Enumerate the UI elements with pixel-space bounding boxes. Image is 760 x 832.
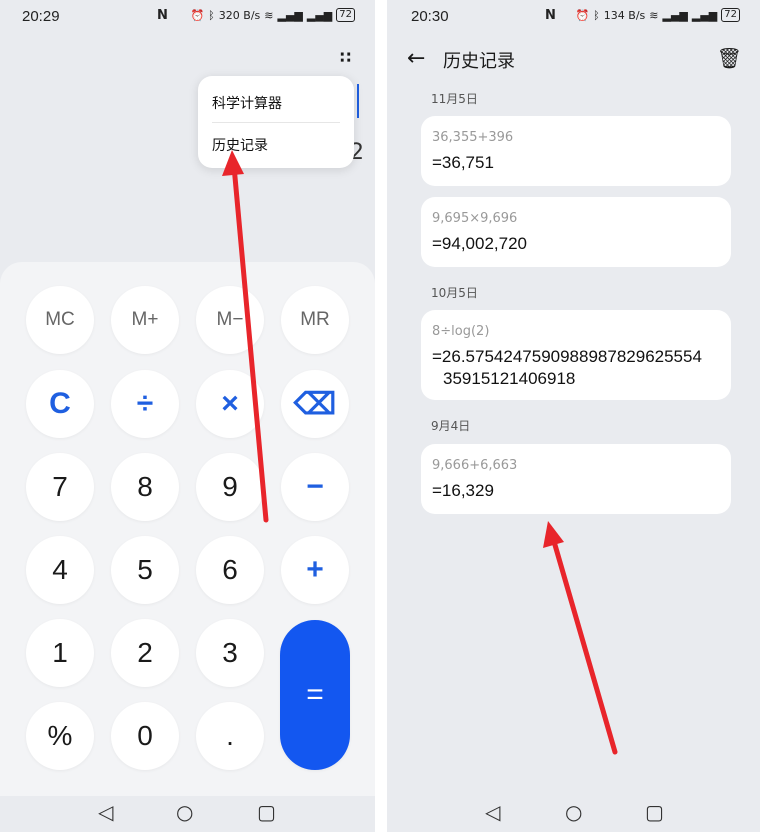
status-bar: 20:29 N ⏰ ᛒ 320 B/s ≋ ▂▄▆ ▂▄▆ 72 (0, 0, 375, 32)
status-icons: ⏰ ᛒ 320 B/s ≋ ▂▄▆ ▂▄▆ 72 (190, 8, 355, 22)
nav-back-icon[interactable]: ◁ (98, 800, 113, 824)
nav-home-icon[interactable]: ○ (565, 800, 582, 824)
key-0[interactable]: 0 (111, 702, 179, 770)
input-cursor (357, 84, 359, 118)
history-item[interactable]: 36,355+396 =36,751 (421, 116, 731, 186)
key-divide[interactable]: ÷ (111, 370, 179, 438)
menu-item-scientific[interactable]: 科学计算器 (212, 93, 282, 113)
date-header: 10月5日 (431, 286, 478, 300)
status-time: 20:29 (22, 8, 60, 25)
history-result-line: =26.5754247590988987829625554 (432, 347, 702, 366)
nav-bar: ◁ ○ ▢ (0, 796, 375, 832)
key-decimal[interactable]: . (196, 702, 264, 770)
history-result: =94,002,720 (432, 234, 528, 253)
nav-back-icon[interactable]: ◁ (485, 800, 500, 824)
history-result-line: 35915121406918 (443, 369, 576, 388)
page-title: 历史记录 (443, 51, 515, 72)
key-mr[interactable]: MR (281, 286, 349, 354)
key-subtract[interactable]: − (281, 453, 349, 521)
history-expression: 8÷log(2) (432, 324, 490, 339)
nav-recents-icon[interactable]: ▢ (257, 800, 276, 824)
back-icon[interactable]: ← (407, 46, 425, 71)
history-expression: 36,355+396 (432, 130, 514, 145)
key-5[interactable]: 5 (111, 536, 179, 604)
signal-icon: ▂▄▆ (277, 8, 303, 22)
key-m-minus[interactable]: M− (196, 286, 264, 354)
network-speed: 320 B/s (218, 8, 261, 22)
history-result: =36,751 (432, 153, 494, 172)
key-9[interactable]: 9 (196, 453, 264, 521)
wifi-icon: ≋ (264, 8, 274, 22)
keypad: MC M+ M− MR C ÷ × ⌫ 7 8 9 − 4 5 6 + 1 2 … (0, 262, 375, 796)
nfc-icon: N (157, 8, 168, 23)
signal-icon: ▂▄▆ (662, 8, 688, 22)
key-equals[interactable]: = (280, 620, 350, 770)
bluetooth-icon: ᛒ (593, 8, 600, 22)
menu-divider (212, 122, 340, 123)
battery-icon: 72 (721, 8, 740, 22)
key-add[interactable]: + (281, 536, 349, 604)
history-expression: 9,666+6,663 (432, 458, 518, 473)
nfc-icon: N (545, 8, 556, 23)
trash-icon[interactable]: 🗑 (717, 46, 742, 70)
date-header: 11月5日 (431, 92, 478, 106)
nav-bar: ◁ ○ ▢ (387, 796, 760, 832)
key-clear[interactable]: C (26, 370, 94, 438)
backspace-icon[interactable]: ⌫ (281, 370, 349, 438)
key-percent[interactable]: % (26, 702, 94, 770)
nav-home-icon[interactable]: ○ (176, 800, 193, 824)
key-1[interactable]: 1 (26, 619, 94, 687)
wifi-icon: ≋ (649, 8, 659, 22)
key-multiply[interactable]: × (196, 370, 264, 438)
menu-item-history[interactable]: 历史记录 (212, 135, 268, 155)
key-7[interactable]: 7 (26, 453, 94, 521)
key-mc[interactable]: MC (26, 286, 94, 354)
history-screen: 20:30 N ⏰ ᛒ 134 B/s ≋ ▂▄▆ ▂▄▆ 72 ← 历史记录 … (387, 0, 760, 832)
signal-icon-2: ▂▄▆ (306, 8, 333, 22)
key-4[interactable]: 4 (26, 536, 94, 604)
status-icons: ⏰ ᛒ 134 B/s ≋ ▂▄▆ ▂▄▆ 72 (575, 8, 740, 22)
more-icon[interactable]: ∷ (340, 48, 353, 67)
nav-recents-icon[interactable]: ▢ (645, 800, 664, 824)
status-time: 20:30 (411, 8, 449, 25)
key-m-plus[interactable]: M+ (111, 286, 179, 354)
overflow-menu: 科学计算器 历史记录 (198, 76, 354, 168)
signal-icon-2: ▂▄▆ (691, 8, 718, 22)
history-result: =26.5754247590988987829625554 3591512140… (432, 346, 728, 390)
alarm-icon: ⏰ (190, 8, 205, 22)
history-item[interactable]: 9,666+6,663 =16,329 (421, 444, 731, 514)
key-2[interactable]: 2 (111, 619, 179, 687)
battery-icon: 72 (336, 8, 355, 22)
key-6[interactable]: 6 (196, 536, 264, 604)
date-header: 9月4日 (431, 419, 471, 433)
bluetooth-icon: ᛒ (208, 8, 215, 22)
history-result: =16,329 (432, 481, 494, 500)
history-item[interactable]: 9,695×9,696 =94,002,720 (421, 197, 731, 267)
network-speed: 134 B/s (603, 8, 646, 22)
calculator-screen: 20:29 N ⏰ ᛒ 320 B/s ≋ ▂▄▆ ▂▄▆ 72 ∷ 2 科学计… (0, 0, 375, 832)
status-bar: 20:30 N ⏰ ᛒ 134 B/s ≋ ▂▄▆ ▂▄▆ 72 (387, 0, 760, 32)
history-expression: 9,695×9,696 (432, 211, 518, 226)
alarm-icon: ⏰ (575, 8, 590, 22)
key-3[interactable]: 3 (196, 619, 264, 687)
history-item[interactable]: 8÷log(2) =26.5754247590988987829625554 3… (421, 310, 731, 400)
key-8[interactable]: 8 (111, 453, 179, 521)
